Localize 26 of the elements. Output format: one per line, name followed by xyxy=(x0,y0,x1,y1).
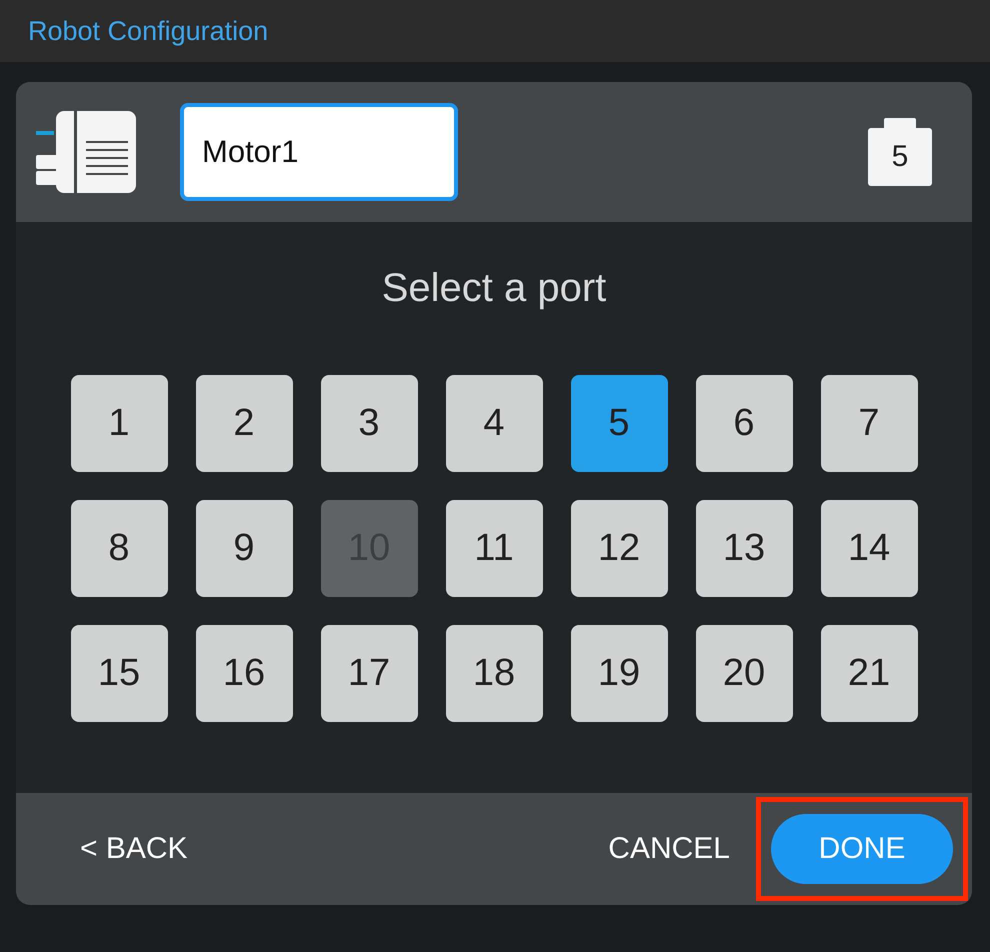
port-button[interactable]: 3 xyxy=(320,375,418,472)
port-button[interactable]: 21 xyxy=(820,625,918,722)
port-button[interactable]: 11 xyxy=(446,500,542,597)
port-button[interactable]: 4 xyxy=(446,375,542,472)
motor-icon xyxy=(36,111,136,193)
port-button[interactable]: 6 xyxy=(696,375,792,472)
port-button[interactable]: 8 xyxy=(70,500,168,597)
name-field[interactable]: Motor1 xyxy=(180,103,458,201)
back-button[interactable]: < BACK xyxy=(76,828,192,870)
port-button[interactable]: 5 xyxy=(570,375,668,472)
port-button[interactable]: 20 xyxy=(696,625,792,722)
select-port-heading: Select a port xyxy=(382,266,606,311)
port-button[interactable]: 13 xyxy=(696,500,792,597)
port-button[interactable]: 17 xyxy=(320,625,418,722)
port-button[interactable]: 1 xyxy=(70,375,168,472)
port-button[interactable]: 7 xyxy=(820,375,918,472)
port-button[interactable]: 19 xyxy=(570,625,668,722)
cancel-button[interactable]: CANCEL xyxy=(604,828,734,870)
port-button[interactable]: 14 xyxy=(820,500,918,597)
port-button[interactable]: 9 xyxy=(196,500,292,597)
port-button[interactable]: 2 xyxy=(196,375,292,472)
window-title: Robot Configuration xyxy=(28,16,268,46)
port-button[interactable]: 16 xyxy=(196,625,292,722)
port-button[interactable]: 12 xyxy=(570,500,668,597)
port-button[interactable]: 15 xyxy=(70,625,168,722)
port-button[interactable]: 18 xyxy=(446,625,542,722)
